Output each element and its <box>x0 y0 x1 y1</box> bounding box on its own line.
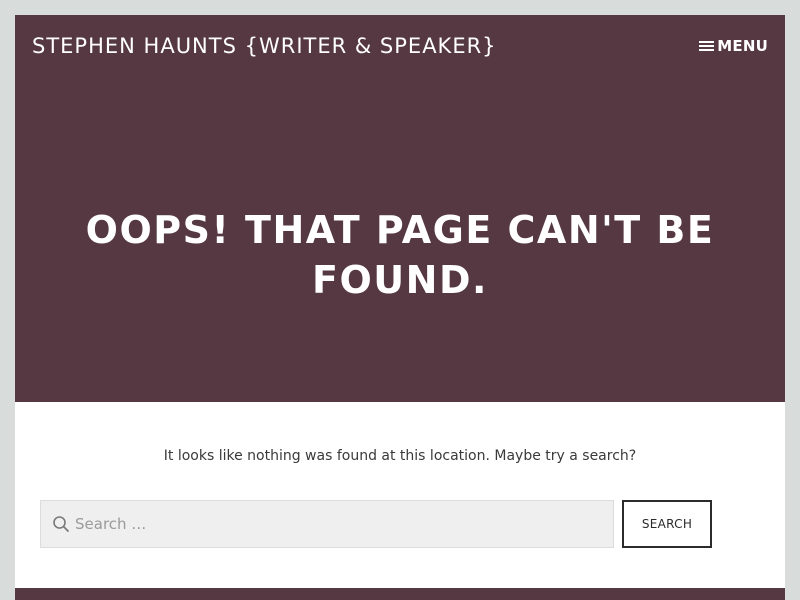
hero-header: STEPHEN HAUNTS {WRITER & SPEAKER} MENU O… <box>15 15 785 402</box>
menu-label: MENU <box>717 37 768 55</box>
hamburger-icon <box>699 40 715 52</box>
site-title-link[interactable]: STEPHEN HAUNTS {WRITER & SPEAKER} <box>32 32 497 60</box>
search-button[interactable]: SEARCH <box>622 500 712 548</box>
page-container: STEPHEN HAUNTS {WRITER & SPEAKER} MENU O… <box>15 15 785 600</box>
page-title: OOPS! THAT PAGE CAN'T BE FOUND. <box>85 208 715 302</box>
menu-toggle-button[interactable]: MENU <box>699 34 768 58</box>
search-icon <box>53 516 69 532</box>
search-field-wrapper <box>40 500 614 548</box>
search-input[interactable] <box>75 501 605 547</box>
search-form: SEARCH <box>40 500 712 548</box>
main-content: It looks like nothing was found at this … <box>15 402 785 588</box>
not-found-message: It looks like nothing was found at this … <box>163 448 637 464</box>
footer-band <box>15 588 785 600</box>
